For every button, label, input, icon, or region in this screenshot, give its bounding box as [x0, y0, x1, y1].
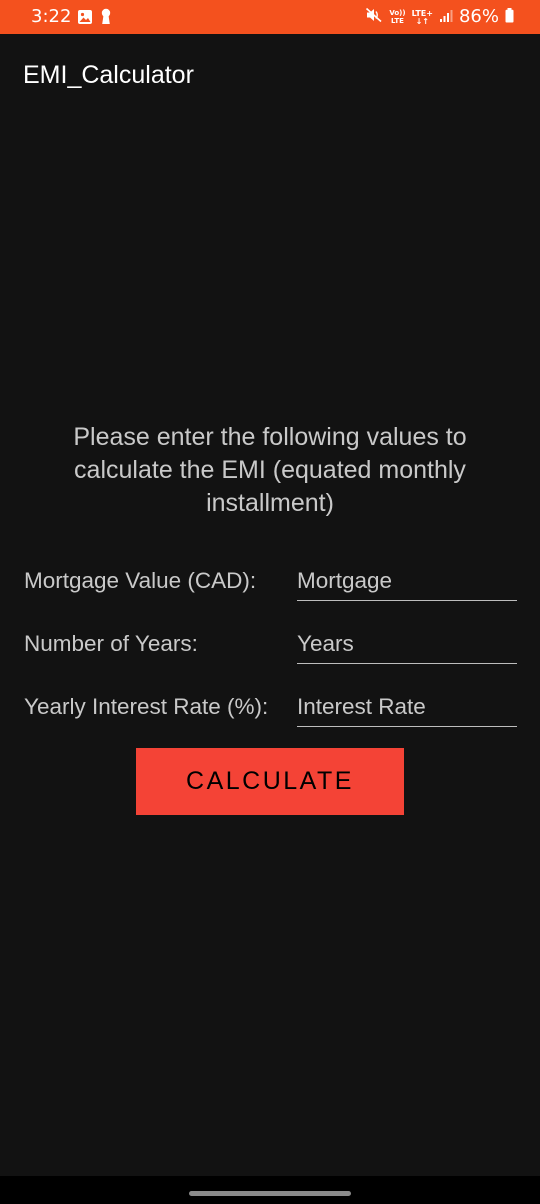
- volte-icon: Vo)) LTE: [389, 9, 405, 25]
- gallery-icon: [77, 9, 93, 29]
- battery-icon: [505, 7, 514, 27]
- interest-rate-input[interactable]: [297, 687, 517, 727]
- volte-top-text: Vo)): [389, 9, 406, 17]
- status-time: 3:22: [31, 6, 72, 27]
- data-arrows-icon: ↓↑: [415, 16, 429, 26]
- volte-bottom-text: LTE: [391, 17, 404, 25]
- app-title: EMI_Calculator: [23, 61, 194, 89]
- mortgage-label: Mortgage Value (CAD):: [24, 568, 257, 593]
- mute-icon: [365, 7, 383, 27]
- years-input[interactable]: [297, 624, 517, 664]
- navigation-bar: [0, 1176, 540, 1204]
- signal-icon: [439, 8, 453, 27]
- status-left-icons: [77, 8, 112, 29]
- home-gesture-handle[interactable]: [189, 1191, 351, 1196]
- years-label: Number of Years:: [24, 631, 198, 656]
- mortgage-input[interactable]: [297, 561, 517, 601]
- status-right-icons: Vo)) LTE LTE+ ↓↑ 86%: [365, 5, 514, 29]
- interest-rate-label: Yearly Interest Rate (%):: [24, 694, 269, 719]
- keyhole-icon: [100, 8, 112, 29]
- battery-percent: 86%: [458, 6, 499, 27]
- instruction-text: Please enter the following values to cal…: [73, 423, 467, 517]
- network-type: LTE+ ↓↑: [412, 9, 433, 26]
- status-bar: 3:22 Vo)) LTE LTE+ ↓↑ 86%: [0, 0, 540, 34]
- calculate-button[interactable]: CALCULATE: [136, 748, 404, 815]
